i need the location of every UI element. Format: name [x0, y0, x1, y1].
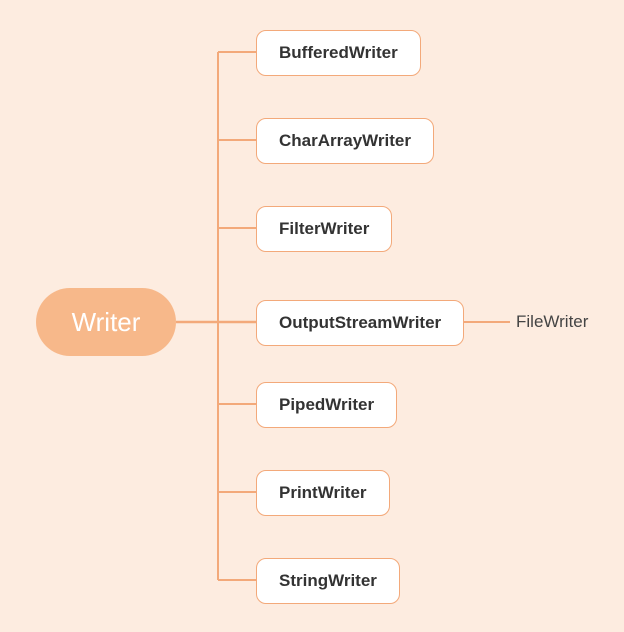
child-node-chararraywriter: CharArrayWriter	[256, 118, 434, 164]
child-label: PrintWriter	[279, 483, 367, 503]
child-label: OutputStreamWriter	[279, 313, 441, 333]
child-node-outputstreamwriter: OutputStreamWriter	[256, 300, 464, 346]
child-label: BufferedWriter	[279, 43, 398, 63]
child-label: FilterWriter	[279, 219, 369, 239]
child-node-pipedwriter: PipedWriter	[256, 382, 397, 428]
child-node-filterwriter: FilterWriter	[256, 206, 392, 252]
child-label: CharArrayWriter	[279, 131, 411, 151]
child-node-bufferedwriter: BufferedWriter	[256, 30, 421, 76]
child-node-stringwriter: StringWriter	[256, 558, 400, 604]
leaf-label-text: FileWriter	[516, 312, 588, 331]
leaf-node-filewriter: FileWriter	[516, 312, 588, 332]
root-label: Writer	[72, 307, 141, 338]
diagram-canvas: Writer BufferedWriter CharArrayWriter Fi…	[0, 0, 624, 632]
root-node-writer: Writer	[36, 288, 176, 356]
child-label: StringWriter	[279, 571, 377, 591]
child-label: PipedWriter	[279, 395, 374, 415]
child-node-printwriter: PrintWriter	[256, 470, 390, 516]
